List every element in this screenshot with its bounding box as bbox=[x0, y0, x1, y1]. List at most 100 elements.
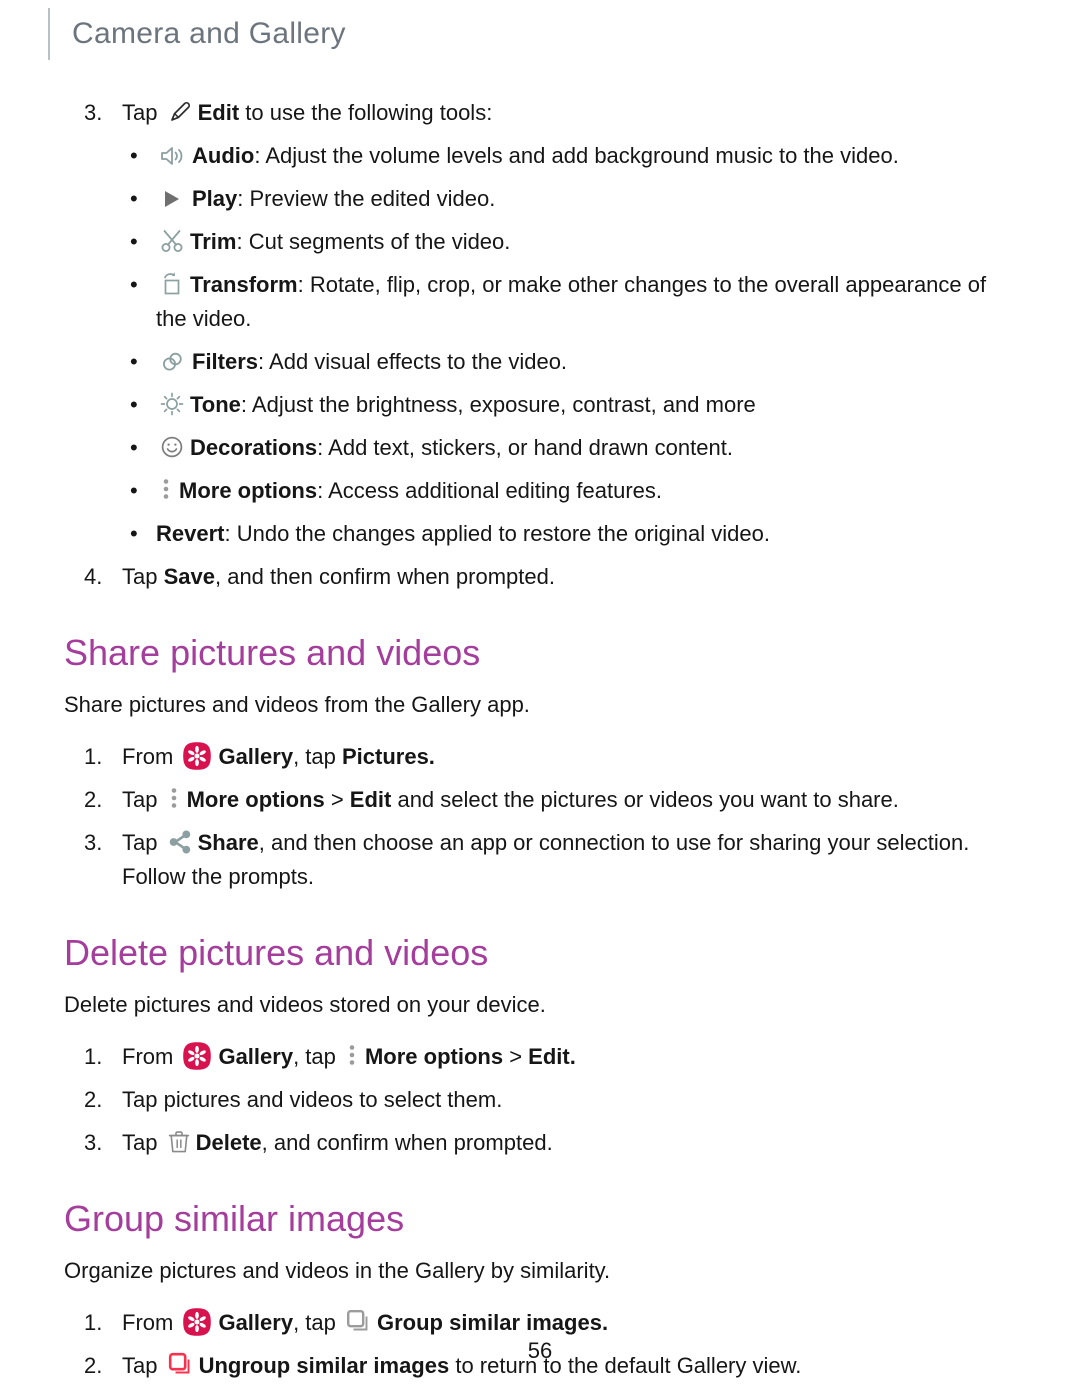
tool-text: Transform: Rotate, flip, crop, or make o… bbox=[156, 268, 1020, 336]
bullet-marker: • bbox=[130, 143, 138, 168]
tone-sun-icon bbox=[159, 391, 185, 417]
step-number: 1. bbox=[84, 744, 103, 769]
play-triangle-icon bbox=[159, 187, 187, 211]
step-part-text: Tap bbox=[122, 1130, 164, 1155]
step-text: From Gallery, tap Group similar images. bbox=[122, 1306, 1020, 1340]
step-part-text: , tap bbox=[293, 1044, 342, 1069]
delete-step-2: 2. Tap pictures and videos to select the… bbox=[0, 1083, 1080, 1117]
page-title: Camera and Gallery bbox=[72, 17, 346, 50]
tool-label: Play bbox=[192, 186, 238, 211]
more-options-dots-icon bbox=[169, 785, 179, 811]
step-part-text: , tap bbox=[293, 1310, 342, 1335]
step-number: 1. bbox=[84, 1044, 103, 1069]
tool-label: Decorations bbox=[190, 435, 318, 460]
tool-bullet-audio: • Audio: Adjust the volume levels and ad… bbox=[0, 139, 1080, 173]
tool-description: : Preview the edited video. bbox=[237, 186, 496, 211]
tool-description: : Add text, stickers, or hand drawn cont… bbox=[317, 435, 733, 460]
step-part-bold: Edit. bbox=[528, 1044, 576, 1069]
speaker-audio-icon bbox=[159, 144, 187, 168]
tool-bullet-play: • Play: Preview the edited video. bbox=[0, 182, 1080, 216]
filters-circles-icon bbox=[159, 350, 187, 374]
running-header: Camera and Gallery bbox=[48, 8, 346, 60]
step-part-text: and select the pictures or videos you wa… bbox=[391, 787, 899, 812]
bullet-marker: • bbox=[130, 478, 138, 503]
step-number: 3. bbox=[84, 830, 103, 855]
step-part-text: Tap bbox=[122, 830, 164, 855]
bullet-marker: • bbox=[130, 229, 138, 254]
tool-description: : Adjust the volume levels and add backg… bbox=[254, 143, 899, 168]
trash-delete-icon bbox=[167, 1129, 191, 1155]
more-options-dots-icon bbox=[161, 476, 171, 502]
step-text: From Gallery, tap Pictures. bbox=[122, 740, 1020, 774]
step-suffix: , and then confirm when prompted. bbox=[214, 564, 555, 589]
step-part-bold: Gallery bbox=[218, 1044, 294, 1069]
step-number: 3. bbox=[84, 100, 103, 125]
tool-label: Revert bbox=[156, 521, 225, 546]
tool-bullet-revert: • Revert: Undo the changes applied to re… bbox=[0, 517, 1080, 551]
step-text: Tap Share, and then choose an app or con… bbox=[122, 826, 1020, 894]
share-step-1: 1. From Gallery, tap Pictures. bbox=[0, 740, 1080, 774]
share-step-3: 3. Tap Share, and then choose an app or … bbox=[0, 826, 1080, 894]
gallery-app-icon bbox=[182, 741, 212, 771]
scissors-trim-icon bbox=[159, 228, 185, 254]
tool-label: Filters bbox=[192, 349, 259, 374]
more-options-dots-icon bbox=[347, 1042, 357, 1068]
tool-bullet-filters: • Filters: Add visual effects to the vid… bbox=[0, 345, 1080, 379]
tool-text: Filters: Add visual effects to the video… bbox=[156, 345, 1020, 379]
group-step-1: 1. From Gallery, tap Group similar image… bbox=[0, 1306, 1080, 1340]
tool-text: Decorations: Add text, stickers, or hand… bbox=[156, 431, 1020, 465]
step-save: 4. Tap Save, and then confirm when promp… bbox=[0, 560, 1080, 594]
tool-label: Audio bbox=[192, 143, 255, 168]
delete-step-1: 1. From Gallery, tap More options > Edit… bbox=[0, 1040, 1080, 1074]
step-part-separator: > bbox=[324, 787, 350, 812]
step-prefix: Tap bbox=[122, 100, 164, 125]
step-part-text: , tap bbox=[293, 744, 342, 769]
page-number: 56 bbox=[527, 1338, 553, 1363]
step-part-text: From bbox=[122, 1310, 180, 1335]
step-text: Tap Edit to use the following tools: bbox=[122, 96, 1020, 130]
step-edit-tools: 3. Tap Edit to use the following tools: bbox=[0, 96, 1080, 130]
step-part-text: , and confirm when prompted. bbox=[261, 1130, 553, 1155]
step-part-bold: Gallery bbox=[218, 744, 294, 769]
step-number: 3. bbox=[84, 1130, 103, 1155]
decorations-smiley-icon bbox=[159, 434, 185, 460]
step-part-bold: More options bbox=[186, 787, 325, 812]
step-suffix: to use the following tools: bbox=[239, 100, 493, 125]
tool-description: : Adjust the brightness, exposure, contr… bbox=[240, 392, 756, 417]
bullet-marker: • bbox=[130, 392, 138, 417]
step-text: Tap pictures and videos to select them. bbox=[122, 1087, 503, 1112]
tool-label: Tone bbox=[190, 392, 241, 417]
delete-step-3: 3. Tap Delete, and confirm when prompted… bbox=[0, 1126, 1080, 1160]
step-part-bold: More options bbox=[364, 1044, 504, 1069]
bullet-marker: • bbox=[130, 272, 138, 297]
transform-rotate-icon bbox=[159, 271, 185, 297]
step-part-text: From bbox=[122, 744, 180, 769]
tool-text: Play: Preview the edited video. bbox=[156, 182, 1020, 216]
step-text: From Gallery, tap More options > Edit. bbox=[122, 1040, 1020, 1074]
tool-bullet-tone: • Tone: Adjust the brightness, exposure,… bbox=[0, 388, 1080, 422]
tool-description: : Add visual effects to the video. bbox=[258, 349, 568, 374]
tool-text: Tone: Adjust the brightness, exposure, c… bbox=[156, 388, 1020, 422]
section-intro-delete: Delete pictures and videos stored on you… bbox=[64, 992, 546, 1017]
section-heading-share: Share pictures and videos bbox=[64, 632, 481, 673]
step-bold-label: Save bbox=[163, 564, 215, 589]
share-nodes-icon bbox=[167, 829, 193, 855]
tool-label: Trim bbox=[190, 229, 237, 254]
step-part-bold: Gallery bbox=[218, 1310, 294, 1335]
step-number: 2. bbox=[84, 1087, 103, 1112]
header-divider-rule bbox=[48, 8, 50, 60]
tool-bullet-decorations: • Decorations: Add text, stickers, or ha… bbox=[0, 431, 1080, 465]
step-part-bold: Pictures. bbox=[341, 744, 435, 769]
tool-bullet-trim: • Trim: Cut segments of the video. bbox=[0, 225, 1080, 259]
step-text: Tap More options > Edit and select the p… bbox=[122, 783, 1020, 817]
tool-description: : Cut segments of the video. bbox=[236, 229, 511, 254]
step-part-text: Tap bbox=[122, 787, 164, 812]
group-similar-images-icon bbox=[345, 1308, 372, 1335]
step-number: 2. bbox=[84, 787, 103, 812]
tool-text: More options: Access additional editing … bbox=[156, 474, 1020, 508]
step-prefix: Tap bbox=[122, 564, 164, 589]
gallery-app-icon bbox=[182, 1307, 212, 1337]
step-part-separator: > bbox=[503, 1044, 529, 1069]
step-part-bold: Share bbox=[197, 830, 259, 855]
step-part-bold: Edit bbox=[349, 787, 392, 812]
